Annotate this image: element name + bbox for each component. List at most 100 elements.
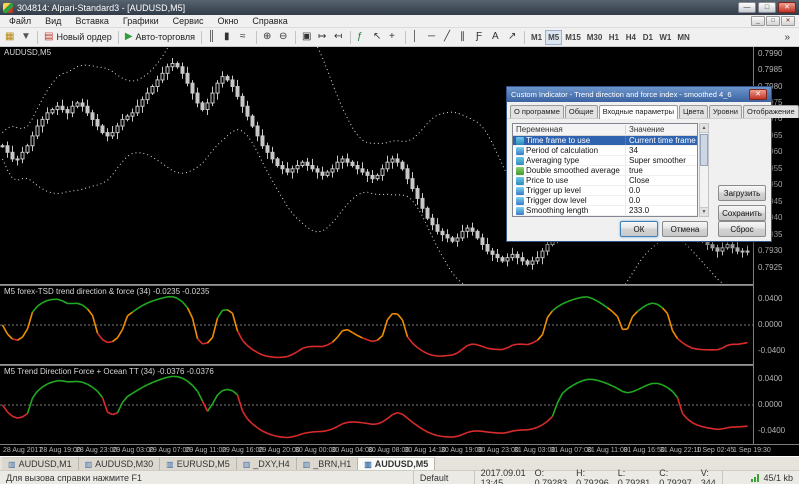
time-axis-label: 30 Aug 19:00 <box>441 447 482 454</box>
menu-item-Справка[interactable]: Справка <box>245 16 294 26</box>
arrow-objects-button[interactable]: ↗ <box>505 29 521 45</box>
param-row[interactable]: Smoothing length233.0 <box>513 206 697 216</box>
mdi-close-button[interactable]: ✕ <box>781 16 795 26</box>
param-row[interactable]: Period of calculation34 <box>513 146 697 156</box>
vertical-line-button[interactable]: │ <box>409 29 425 45</box>
indicator-axis-label: -0.0400 <box>758 347 785 355</box>
dialog-tab-цвета[interactable]: Цвета <box>679 105 708 118</box>
param-value[interactable]: 233.0 <box>626 206 697 215</box>
equidistant-channel-button[interactable]: ∥ <box>457 29 473 45</box>
menu-item-Вид[interactable]: Вид <box>38 16 68 26</box>
menu-item-Сервис[interactable]: Сервис <box>166 16 211 26</box>
timeframe-m1-button[interactable]: M1 <box>528 30 545 45</box>
dialog-tab-уровни[interactable]: Уровни <box>709 105 742 118</box>
param-row[interactable]: Trigger up level0.0 <box>513 186 697 196</box>
status-bar: Для вызова справки нажмите F1 Default 20… <box>0 470 799 484</box>
param-value[interactable]: 0.0 <box>626 196 697 205</box>
ok-button[interactable]: ОК <box>620 221 658 237</box>
chart-tab--dxy-h4[interactable]: ▥_DXY,H4 <box>237 457 297 470</box>
quote-open: O: 0.79283 <box>535 468 568 484</box>
load-button[interactable]: Загрузить <box>718 185 766 201</box>
new-chart-button[interactable]: ▦ <box>2 29 18 45</box>
candlestick-chart-button[interactable]: ▮ <box>221 29 237 45</box>
tile-windows-button[interactable]: ▣ <box>299 29 315 45</box>
time-axis[interactable]: 28 Aug 201728 Aug 19:0028 Aug 23:0029 Au… <box>0 444 799 456</box>
indicator-2-canvas[interactable] <box>0 366 753 444</box>
indicators-button[interactable]: ƒ <box>354 29 370 45</box>
horizontal-line-button[interactable]: ─ <box>425 29 441 45</box>
cancel-button[interactable]: Отмена <box>662 221 708 237</box>
scroll-up-icon[interactable]: ▲ <box>700 124 708 133</box>
dialog-title-bar[interactable]: Custom Indicator - Trend direction and f… <box>507 87 771 102</box>
timeframe-h4-button[interactable]: H4 <box>622 30 639 45</box>
param-value[interactable]: Super smoother <box>626 156 697 165</box>
status-profile[interactable]: Default <box>414 471 475 484</box>
scroll-thumb[interactable] <box>700 134 708 166</box>
reset-button[interactable]: Сброс <box>718 221 766 237</box>
menu-item-Графики[interactable]: Графики <box>116 16 166 26</box>
scroll-down-icon[interactable]: ▼ <box>700 207 708 216</box>
param-row[interactable]: Trigger dow level0.0 <box>513 196 697 206</box>
timeframe-w1-button[interactable]: W1 <box>656 30 674 45</box>
trendline-button[interactable]: ╱ <box>441 29 457 45</box>
chart-tab-audusd-m1[interactable]: ▥AUDUSD,M1 <box>2 457 79 470</box>
chart-tab-label: _DXY,H4 <box>253 459 289 469</box>
param-row[interactable]: Double smoothed averagetrue <box>513 166 697 176</box>
param-value[interactable]: Current time frame <box>626 136 697 145</box>
chart-profiles-button[interactable]: ▼ <box>18 29 34 45</box>
dialog-tab-о-программе[interactable]: О программе <box>510 105 564 118</box>
chart-tab--brn-h1[interactable]: ▥_BRN,H1 <box>297 457 359 470</box>
zoom-out-icon: ⊖ <box>279 30 287 44</box>
auto-scroll-button[interactable]: ↦ <box>315 29 331 45</box>
dialog-tab-входные-параметры[interactable]: Входные параметры <box>599 105 678 119</box>
mdi-minimize-button[interactable]: _ <box>751 16 765 26</box>
timeframe-m30-button[interactable]: M30 <box>584 30 606 45</box>
chart-shift-button[interactable]: ↤ <box>331 29 347 45</box>
dialog-tab-отображение[interactable]: Отображение <box>743 105 799 118</box>
timeframe-m15-button[interactable]: M15 <box>562 30 584 45</box>
param-value[interactable]: true <box>626 166 697 175</box>
bar-chart-button[interactable]: ║ <box>205 29 221 45</box>
dialog-close-icon[interactable]: ✕ <box>749 89 767 100</box>
toolbar-overflow-button[interactable]: » <box>777 30 797 45</box>
toolbar-separator <box>201 31 202 44</box>
param-row[interactable]: Time frame to useCurrent time frame <box>513 136 697 146</box>
title-bar[interactable]: 304814: Alpari-Standard3 - [AUDUSD,M5] —… <box>0 0 799 15</box>
chart-tab-audusd-m5[interactable]: ▥AUDUSD,M5 <box>358 457 435 470</box>
param-value[interactable]: Close <box>626 176 697 185</box>
dialog-tab-общие[interactable]: Общие <box>565 105 598 118</box>
fibonacci-button[interactable]: Ƒ <box>473 29 489 45</box>
indicator-1-canvas[interactable] <box>0 286 753 364</box>
crosshair-button[interactable]: + <box>386 29 402 45</box>
menu-item-Вставка[interactable]: Вставка <box>68 16 115 26</box>
close-button[interactable]: ✕ <box>778 2 796 13</box>
param-row[interactable]: Price to useClose <box>513 176 697 186</box>
table-scrollbar[interactable]: ▲ ▼ <box>699 123 709 217</box>
param-row[interactable]: Averaging typeSuper smoother <box>513 156 697 166</box>
auto-trading-button[interactable]: ▶Авто-торговля <box>122 29 198 45</box>
cursor-button[interactable]: ↖ <box>370 29 386 45</box>
timeframe-d1-button[interactable]: D1 <box>639 30 656 45</box>
save-button[interactable]: Сохранить <box>718 205 766 221</box>
line-chart-button[interactable]: ≈ <box>237 29 253 45</box>
text-label-button[interactable]: A <box>489 29 505 45</box>
param-value[interactable]: 0.0 <box>626 186 697 195</box>
new-order-button[interactable]: ▤Новый ордер <box>41 29 115 45</box>
column-header-variable: Переменная <box>513 125 626 134</box>
zoom-out-button[interactable]: ⊖ <box>276 29 292 45</box>
menu-item-Окно[interactable]: Окно <box>211 16 246 26</box>
timeframe-h1-button[interactable]: H1 <box>605 30 622 45</box>
menu-item-Файл[interactable]: Файл <box>2 16 38 26</box>
zoom-in-button[interactable]: ⊕ <box>260 29 276 45</box>
minimize-button[interactable]: — <box>738 2 756 13</box>
chart-tab-audusd-m30[interactable]: ▥AUDUSD,M30 <box>79 457 161 470</box>
param-value[interactable]: 34 <box>626 146 697 155</box>
timeframe-m5-button[interactable]: M5 <box>545 30 562 45</box>
timeframe-mn-button[interactable]: MN <box>674 30 692 45</box>
chart-tab-eurusd-m5[interactable]: ▥EURUSD,M5 <box>160 457 237 470</box>
indicator-pane-2[interactable]: M5 Trend Direction Force + Ocean TT (34)… <box>0 366 753 444</box>
indicator-pane-1[interactable]: M5 forex-TSD trend direction & force (34… <box>0 286 753 364</box>
menu-items: ФайлВидВставкаГрафикиСервисОкноСправка <box>2 16 295 26</box>
maximize-button[interactable]: □ <box>758 2 776 13</box>
mdi-restore-button[interactable]: □ <box>766 16 780 26</box>
